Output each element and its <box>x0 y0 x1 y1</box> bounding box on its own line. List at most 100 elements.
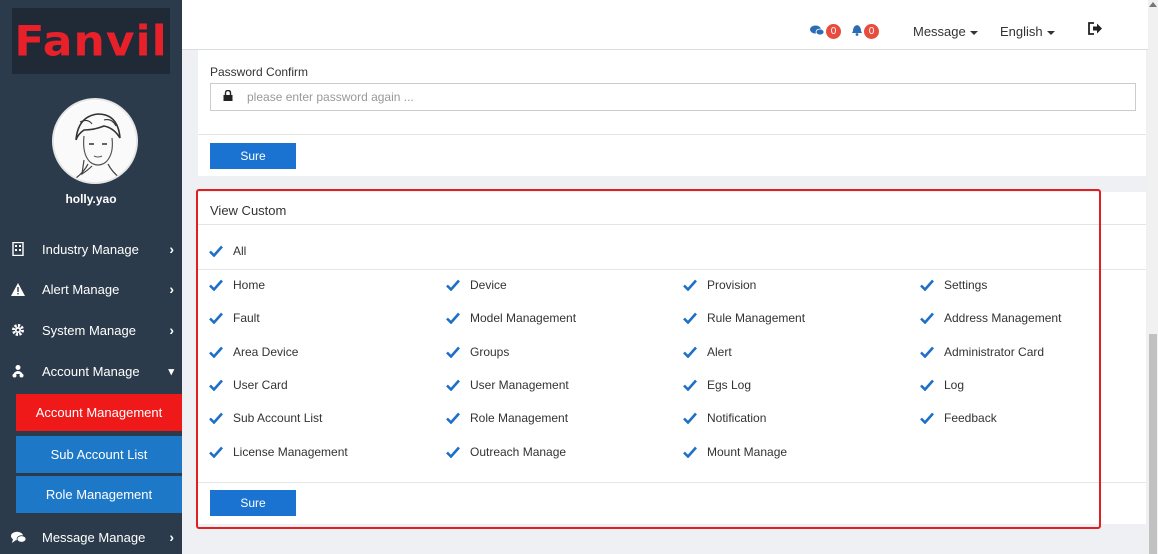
permission-checkbox[interactable]: Log <box>919 377 964 392</box>
permission-checkbox[interactable]: Settings <box>919 277 987 292</box>
permission-checkbox[interactable]: Feedback <box>919 410 997 425</box>
permission-checkbox[interactable]: Outreach Manage <box>445 444 566 459</box>
view-custom-title: View Custom <box>210 203 287 218</box>
building-icon <box>10 241 26 257</box>
checkbox-all[interactable]: All <box>208 243 246 258</box>
checkbox-label: Settings <box>944 277 988 292</box>
fanvil-logo: Fanvil <box>12 8 170 74</box>
language-dropdown-label: English <box>1000 24 1043 39</box>
checkbox-label: Log <box>944 377 965 392</box>
checkmark-icon <box>208 344 223 359</box>
checkbox-label: Rule Management <box>707 310 806 325</box>
checkbox-label: Address Management <box>944 310 1062 325</box>
sidebar-item-label: Industry Manage <box>42 241 139 257</box>
password-confirm-input[interactable] <box>247 90 1047 104</box>
permission-checkbox[interactable]: Administrator Card <box>919 344 1044 359</box>
caret-down-icon <box>969 30 978 35</box>
password-sure-button[interactable]: Sure <box>210 143 296 169</box>
comments-icon <box>810 25 825 39</box>
avatar[interactable] <box>52 98 138 184</box>
divider <box>198 224 1146 225</box>
password-confirm-field[interactable] <box>210 83 1136 111</box>
permission-checkbox[interactable]: Alert <box>682 344 732 359</box>
permission-checkbox[interactable]: Home <box>208 277 265 292</box>
checkmark-icon <box>208 444 223 459</box>
gear-icon <box>10 322 26 338</box>
message-count-badge: 0 <box>826 24 841 39</box>
view-custom-sure-button[interactable]: Sure <box>210 490 296 516</box>
checkbox-label: Model Management <box>470 310 577 325</box>
checkbox-label: Role Management <box>470 410 569 425</box>
chevron-right-icon: › <box>169 322 174 338</box>
checkbox-label: Fault <box>233 310 260 325</box>
password-confirm-label: Password Confirm <box>210 65 309 79</box>
caret-down-icon <box>1046 30 1055 35</box>
bell-icon <box>852 24 862 39</box>
checkmark-icon <box>919 410 934 425</box>
sidebar: Fanvil holly.yao Industry Manage › Alert… <box>0 0 182 554</box>
permission-checkbox[interactable]: Model Management <box>445 310 576 325</box>
message-dropdown[interactable]: Message <box>913 24 978 39</box>
permission-checkbox[interactable]: Provision <box>682 277 756 292</box>
language-dropdown[interactable]: English <box>1000 24 1055 39</box>
checkbox-label: Feedback <box>944 410 997 425</box>
checkbox-label: Notification <box>707 410 767 425</box>
permission-checkbox[interactable]: User Management <box>445 377 569 392</box>
permission-checkbox[interactable]: User Card <box>208 377 288 392</box>
permission-checkbox[interactable]: Address Management <box>919 310 1061 325</box>
chevron-right-icon: › <box>169 241 174 257</box>
checkbox-label: User Management <box>470 377 569 392</box>
checkbox-label: Mount Manage <box>707 444 788 459</box>
divider <box>198 482 1146 483</box>
message-notification[interactable]: 0 <box>810 24 841 39</box>
sidebar-subitem-account-management[interactable]: Account Management <box>16 394 182 431</box>
sidebar-subitem-sub-account-list[interactable]: Sub Account List <box>16 436 182 473</box>
scrollbar[interactable] <box>1148 0 1158 554</box>
checkbox-label: License Management <box>233 444 348 459</box>
sidebar-item-account-manage[interactable]: Account Manage ▾ <box>0 351 182 391</box>
permission-checkbox[interactable]: Groups <box>445 344 509 359</box>
sidebar-item-system-manage[interactable]: System Manage › <box>0 310 182 350</box>
checkmark-icon <box>919 377 934 392</box>
checkmark-icon <box>208 243 223 258</box>
checkmark-icon <box>445 410 460 425</box>
checkbox-label: Outreach Manage <box>470 444 567 459</box>
checkmark-icon <box>682 444 697 459</box>
permission-checkbox[interactable]: Notification <box>682 410 766 425</box>
checkbox-label: User Card <box>233 377 288 392</box>
permission-checkbox[interactable]: Role Management <box>445 410 568 425</box>
scroll-up-icon[interactable] <box>1149 2 1157 7</box>
sidebar-item-label: Message Manage <box>42 529 146 545</box>
scroll-thumb[interactable] <box>1149 334 1157 554</box>
checkmark-icon <box>208 377 223 392</box>
permission-checkbox[interactable]: Area Device <box>208 344 298 359</box>
permission-checkbox[interactable]: Device <box>445 277 507 292</box>
top-bar: 0 0 Message English <box>182 0 1148 50</box>
permission-checkbox[interactable]: License Management <box>208 444 348 459</box>
sidebar-item-label: System Manage <box>42 322 136 338</box>
checkbox-label: Provision <box>707 277 757 292</box>
checkbox-label: Home <box>233 277 266 292</box>
checkbox-label: Sub Account List <box>233 410 323 425</box>
permission-checkbox[interactable]: Fault <box>208 310 260 325</box>
sidebar-subitem-role-management[interactable]: Role Management <box>16 476 182 513</box>
permission-checkbox[interactable]: Sub Account List <box>208 410 322 425</box>
logout-button[interactable] <box>1088 22 1103 38</box>
alert-notification[interactable]: 0 <box>852 24 879 39</box>
checkmark-icon <box>682 277 697 292</box>
sidebar-item-label: Alert Manage <box>42 281 120 297</box>
sidebar-item-industry-manage[interactable]: Industry Manage › <box>0 229 182 269</box>
permission-checkbox[interactable]: Mount Manage <box>682 444 787 459</box>
sidebar-item-alert-manage[interactable]: Alert Manage › <box>0 269 182 309</box>
permission-checkbox[interactable]: Egs Log <box>682 377 751 392</box>
checkmark-icon <box>682 377 697 392</box>
checkmark-icon <box>682 344 697 359</box>
checkmark-icon <box>445 277 460 292</box>
view-custom-panel: View Custom All Home Fault Area Device User… <box>198 192 1146 524</box>
permission-checkbox[interactable]: Rule Management <box>682 310 805 325</box>
checkmark-icon <box>445 344 460 359</box>
checkmark-icon <box>445 310 460 325</box>
sidebar-item-message-manage[interactable]: Message Manage › <box>0 517 182 554</box>
username: holly.yao <box>65 192 117 206</box>
checkmark-icon <box>919 344 934 359</box>
